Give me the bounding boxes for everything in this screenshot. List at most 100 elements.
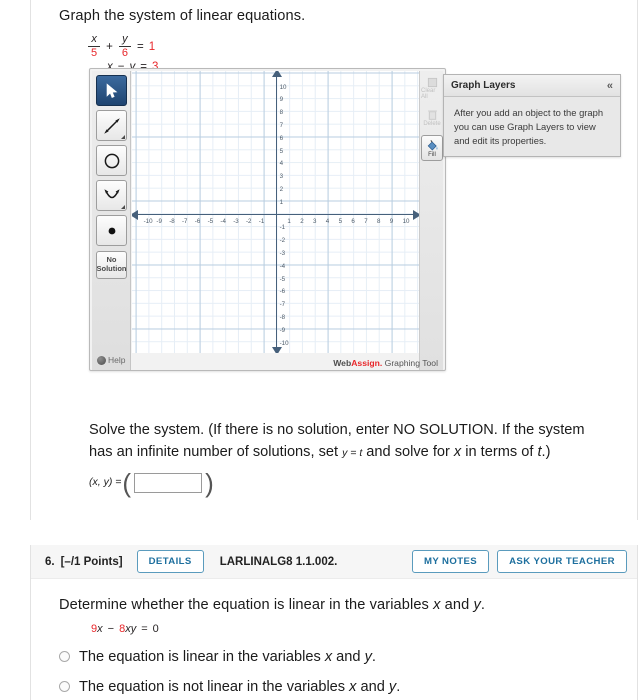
clear-all-button[interactable]: Clear All [421, 75, 443, 101]
help-icon [97, 355, 106, 365]
solve-text-g: .) [541, 443, 551, 460]
x-tick--9: -9 [156, 217, 162, 225]
equation-rhs: 0 [152, 622, 159, 635]
fill-label: Fill [428, 151, 436, 158]
x-tick--4: -4 [220, 217, 226, 225]
fraction-denominator: 6 [121, 47, 128, 60]
y-tick-4: 4 [279, 160, 284, 168]
x-tick-3: 3 [313, 217, 317, 225]
question-6-prompt: Determine whether the equation is linear… [59, 595, 637, 616]
graph-tool-palette: No Solution Help [92, 71, 131, 370]
webassign-branding: WebAssign. Graphing Tool [333, 358, 438, 368]
radio-button-not-linear[interactable] [59, 681, 70, 693]
points-badge: [–/1 Points] [60, 555, 123, 568]
x-axis-arrow-left [132, 210, 138, 220]
details-button[interactable]: DETAILS [136, 550, 204, 573]
page-root: Graph the system of linear equations. x … [0, 0, 638, 700]
y-tick-6: 6 [279, 134, 284, 142]
y-tick--7: -7 [279, 301, 286, 309]
question-5-prompt: Graph the system of linear equations. [59, 8, 306, 24]
choice-linear[interactable]: The equation is linear in the variables … [59, 649, 637, 665]
choice-var-y: y [364, 648, 372, 665]
solve-section: Solve the system. (If there is no soluti… [89, 420, 638, 498]
x-tick-9: 9 [389, 217, 394, 225]
question-5-card: Graph the system of linear equations. x … [30, 0, 638, 520]
question-6-card: 6. [–/1 Points] DETAILS LARLINALG8 1.1.0… [30, 545, 638, 700]
line-segment-icon [103, 117, 120, 134]
fill-button[interactable]: Fill [421, 135, 443, 161]
y-tick--5: -5 [279, 275, 286, 283]
choice-period: . [396, 678, 401, 695]
x-tick--2: -2 [246, 217, 252, 225]
delete-button[interactable]: Delete [421, 105, 443, 131]
my-notes-button[interactable]: MY NOTES [411, 550, 490, 573]
y-tick--6: -6 [279, 288, 286, 296]
trash-icon [427, 110, 437, 120]
tool-dropdown-indicator[interactable] [121, 135, 125, 139]
minus-operator: − [107, 622, 115, 635]
y-tick--1: -1 [279, 224, 286, 232]
no-solution-button[interactable]: No Solution [96, 251, 127, 279]
y-axis-arrow-down [272, 347, 282, 353]
y-axis-arrow-up [272, 71, 282, 77]
choice-text-a: The equation is not linear in the variab… [79, 678, 350, 695]
solve-instruction-line-2: has an infinite number of solutions, set… [89, 442, 638, 464]
question-6-equation: 9x −8xy = 0 [91, 623, 637, 635]
solve-instruction-line-1: Solve the system. (If there is no soluti… [89, 422, 585, 438]
fill-bucket-icon [427, 139, 438, 150]
fraction-y-over-6: y 6 [118, 33, 131, 60]
y-tick--10: -10 [279, 339, 289, 347]
x-tick-6: 6 [351, 217, 355, 225]
solve-y-equals-t: y = t [342, 446, 363, 459]
point-tool-button[interactable] [96, 215, 127, 246]
answer-row: (x, y) = ( ) [89, 467, 638, 498]
pointer-tool-button[interactable] [96, 75, 127, 106]
fraction-denominator: 5 [91, 47, 98, 60]
point-dot-icon [108, 227, 115, 234]
line-tool-button[interactable] [96, 110, 127, 141]
y-tick-5: 5 [279, 147, 284, 155]
solve-text-c: and solve for [362, 443, 454, 460]
tool-dropdown-indicator[interactable] [121, 205, 125, 209]
help-link[interactable]: Help [97, 355, 125, 365]
brand-web: Web [333, 358, 352, 368]
choice-not-linear[interactable]: The equation is not linear in the variab… [59, 679, 637, 695]
collapse-panel-icon[interactable]: « [607, 80, 613, 92]
ask-your-teacher-button[interactable]: ASK YOUR TEACHER [497, 550, 627, 573]
fraction-numerator: x [91, 33, 97, 46]
solve-text-a: has an infinite number of solutions, set [89, 443, 343, 460]
equation-row-1: x 5 + y 6 = 1 [87, 33, 637, 60]
fraction-numerator: y [122, 33, 128, 46]
equation-1-rhs: 1 [148, 40, 156, 53]
y-tick-3: 3 [279, 173, 284, 181]
x-tick--10: -10 [143, 217, 153, 225]
solve-text-e: in terms of [461, 443, 538, 460]
graphing-tool[interactable]: No Solution Help -10 -9 -8 -7 -6 -5 -4 -3 -2 -1 1 [89, 68, 446, 371]
clear-all-icon [427, 77, 437, 87]
plus-operator: + [106, 40, 113, 53]
prompt-var-y: y [473, 597, 481, 613]
prompt-period: . [480, 597, 486, 613]
x-tick-4: 4 [325, 217, 330, 225]
graph-layers-body: After you add an object to the graph you… [454, 107, 604, 146]
radio-button-linear[interactable] [59, 651, 70, 663]
y-tick-2: 2 [279, 186, 284, 193]
x-tick--8: -8 [169, 217, 175, 225]
answer-input[interactable] [134, 473, 203, 494]
parabola-tool-button[interactable] [96, 180, 127, 211]
graph-layers-panel: Graph Layers « After you add an object t… [443, 74, 621, 157]
brand-assign: Assign. [351, 358, 383, 368]
y-axis [276, 75, 278, 350]
variable-2: xy [125, 622, 137, 635]
x-tick-2: 2 [300, 217, 304, 225]
graph-canvas[interactable]: -10 -9 -8 -7 -6 -5 -4 -3 -2 -1 1 2 3 4 5 6 7 8 9 10 10 9 8 7 6 5… [132, 71, 420, 353]
choice-var-x: x [324, 648, 333, 665]
x-tick--3: -3 [233, 217, 239, 225]
x-tick-8: 8 [377, 217, 381, 225]
paren-open: ( [122, 467, 132, 498]
clear-all-label: Clear All [421, 87, 436, 100]
answer-label: (x, y) = [89, 476, 122, 489]
paren-close: ) [205, 467, 214, 498]
y-tick--4: -4 [279, 262, 286, 270]
circle-tool-button[interactable] [96, 145, 127, 176]
